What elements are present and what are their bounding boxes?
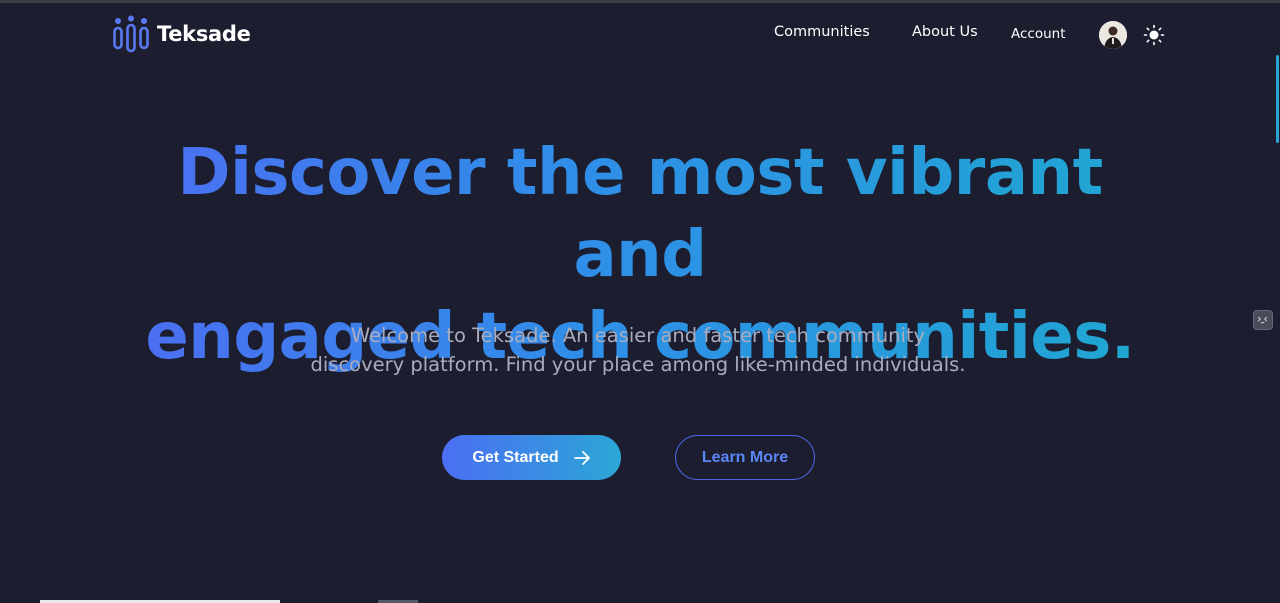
learn-more-label: Learn More [701, 448, 789, 466]
brand-name: Teksade [157, 22, 251, 46]
window-top-border [0, 0, 1280, 3]
learn-more-button[interactable]: Learn More [675, 435, 815, 480]
sun-icon[interactable] [1143, 24, 1165, 46]
widget-glyph-icon [1257, 316, 1268, 324]
chat-widget-icon[interactable] [1253, 310, 1273, 330]
arrow-right-icon [573, 450, 590, 465]
get-started-label: Get Started [472, 448, 559, 466]
hero-headline-line-1: Discover the most vibrant and [177, 136, 1103, 292]
avatar-image [1099, 21, 1127, 49]
nav-communities[interactable]: Communities [774, 24, 870, 46]
landing-page: Teksade Communities About Us Account Dis… [0, 0, 1280, 603]
people-logo-icon [113, 15, 149, 53]
get-started-button[interactable]: Get Started [442, 435, 621, 480]
nav-account[interactable]: Account [1011, 26, 1066, 48]
user-avatar[interactable] [1099, 21, 1127, 49]
scrollbar-thumb[interactable] [1276, 55, 1279, 143]
nav-about-us[interactable]: About Us [912, 24, 978, 46]
hero-subtext: Welcome to Teksade. An easier and faster… [310, 324, 966, 376]
brand-logo[interactable]: Teksade [112, 15, 251, 53]
